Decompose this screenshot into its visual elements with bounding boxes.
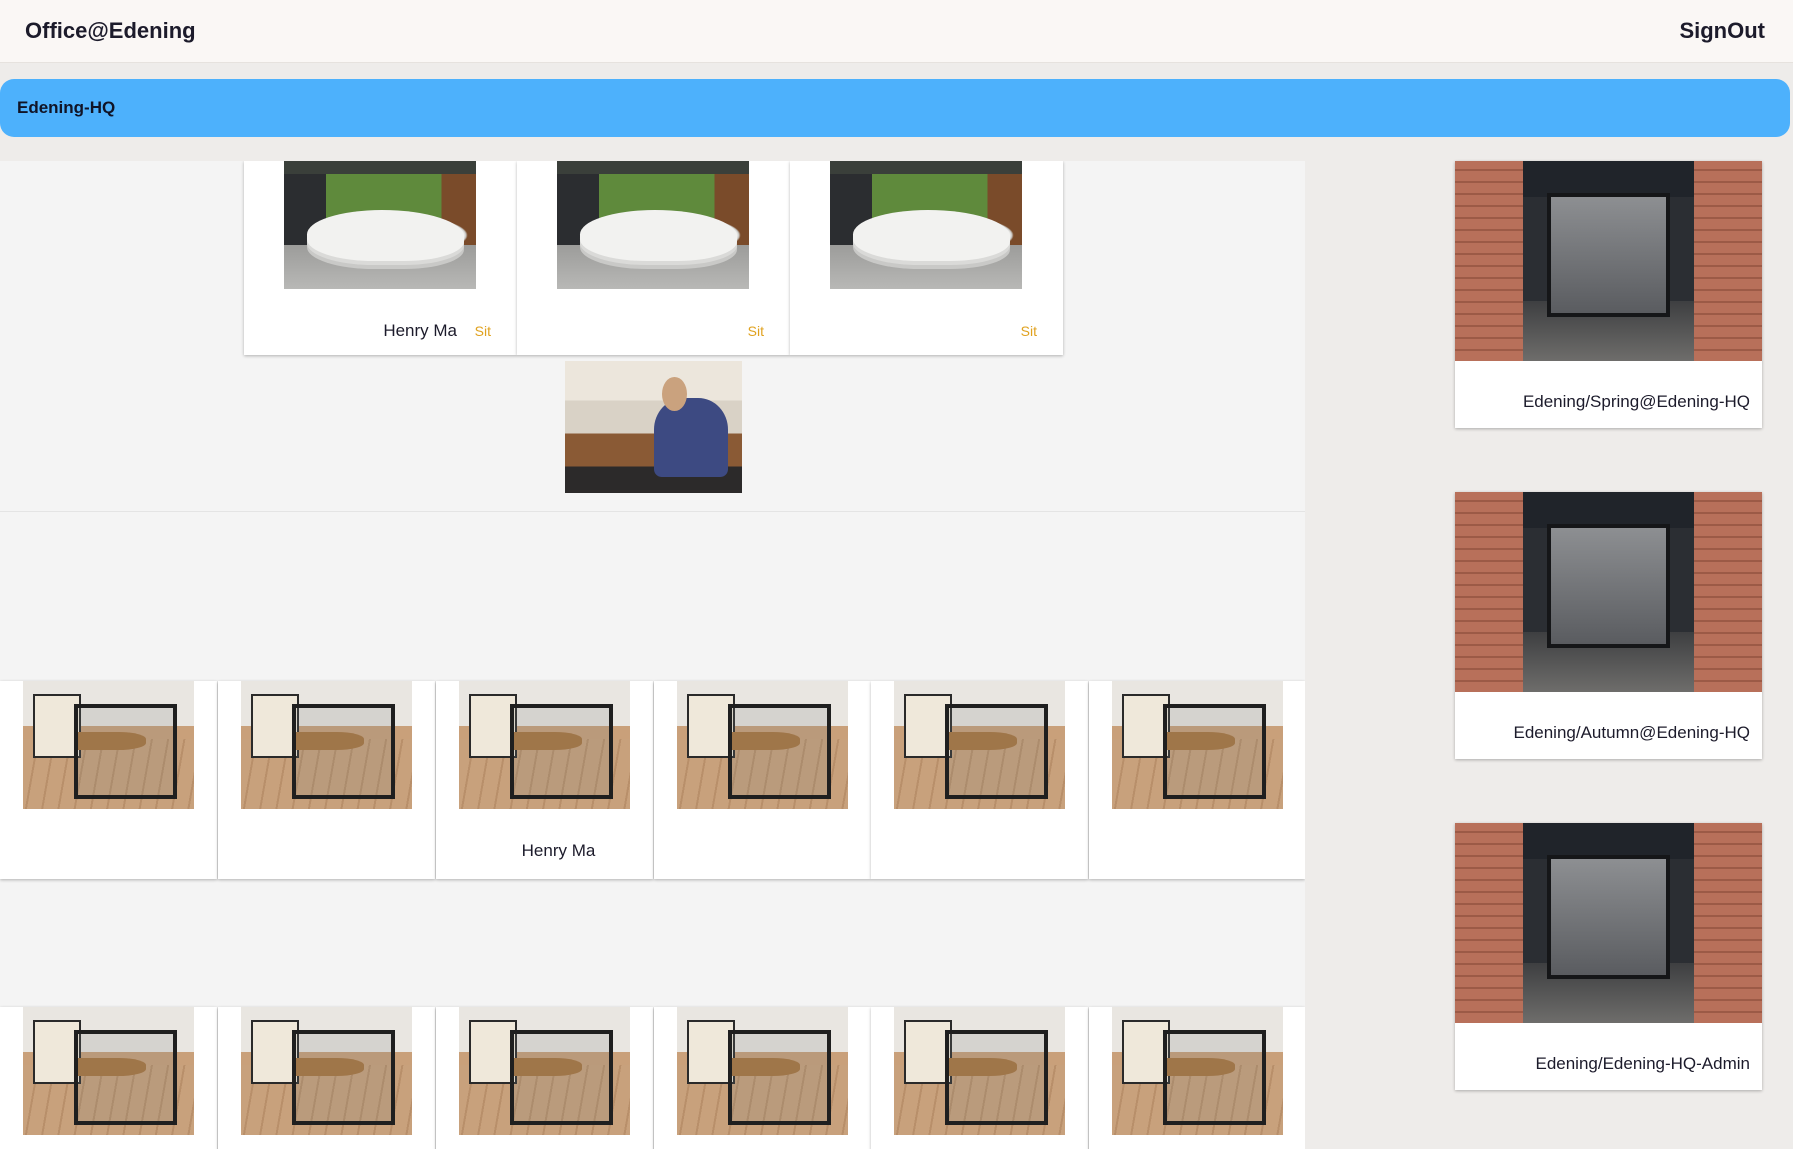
cubicle-image [459,681,630,809]
reception-seat-card[interactable]: Sit [517,161,790,355]
room-image [1455,161,1762,361]
sit-button[interactable]: Sit [748,323,764,339]
cubicle-image [23,1007,194,1135]
reception-image [830,161,1022,289]
signout-button[interactable]: SignOut [1679,18,1765,44]
room-label: Edening/Spring@Edening-HQ [1522,392,1750,411]
user-video-feed [565,361,742,493]
cubicle-card[interactable]: Henry Ma [436,681,653,879]
cubicle-image [241,681,412,809]
room-image [1455,492,1762,692]
cubicle-card[interactable] [871,1007,1088,1149]
room-card-autumn[interactable]: Edening/Autumn@Edening-HQ [1455,492,1762,759]
reception-seat-card[interactable]: Sit [790,161,1063,355]
section-divider [0,511,1305,512]
cubicle-card[interactable] [0,681,217,879]
cubicle-image [894,1007,1065,1135]
cubicle-card[interactable] [436,1007,653,1149]
cubicle-card[interactable] [1089,681,1305,879]
cubicle-card[interactable] [218,681,435,879]
location-bar: Edening-HQ [0,79,1790,137]
cubicle-card[interactable] [218,1007,435,1149]
room-label: Edening/Edening-HQ-Admin [1535,1054,1750,1073]
room-label: Edening/Autumn@Edening-HQ [1513,723,1750,742]
cubicle-card[interactable] [0,1007,217,1149]
reception-image [557,161,749,289]
cubicle-card[interactable] [871,681,1088,879]
cubicle-image [1112,681,1283,809]
cubicle-occupant-name: Henry Ma [521,841,596,860]
cubicle-image [677,681,848,809]
room-card-spring[interactable]: Edening/Spring@Edening-HQ [1455,161,1762,428]
brand-title[interactable]: Office@Edening [25,18,196,44]
cubicle-image [241,1007,412,1135]
cubicle-image [1112,1007,1283,1135]
cubicle-card[interactable] [1089,1007,1305,1149]
reception-image [284,161,476,289]
cubicle-card[interactable] [654,681,871,879]
room-image [1455,823,1762,1023]
location-name: Edening-HQ [17,98,116,117]
seat-occupant-name: Henry Ma [383,321,457,340]
sit-button[interactable]: Sit [475,323,491,339]
cubicle-image [459,1007,630,1135]
reception-seat-card[interactable]: Henry Ma Sit [244,161,517,355]
cubicle-image [23,681,194,809]
sit-button[interactable]: Sit [1021,323,1037,339]
top-bar: Office@Edening SignOut [0,0,1793,63]
cubicle-image [894,681,1065,809]
floor-area: Henry Ma Sit Sit Sit Henry Ma [0,161,1305,1149]
cubicle-image [677,1007,848,1135]
room-card-partial[interactable] [1455,1125,1762,1149]
cubicle-card[interactable] [654,1007,871,1149]
room-card-admin[interactable]: Edening/Edening-HQ-Admin [1455,823,1762,1090]
